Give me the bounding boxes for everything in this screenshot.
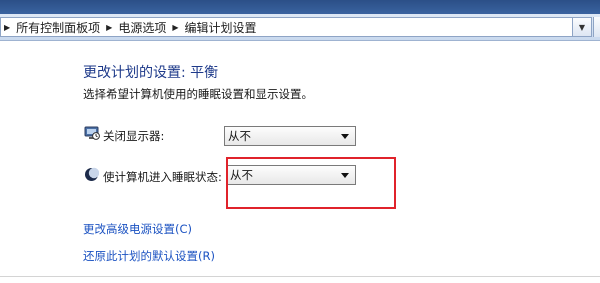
- breadcrumb-chevron-icon[interactable]: ▶: [103, 23, 115, 32]
- advanced-settings-link[interactable]: 更改高级电源设置(C): [83, 221, 192, 237]
- chevron-down-icon: ▼: [578, 22, 586, 32]
- display-monitor-icon: [84, 126, 100, 140]
- breadcrumb-item-edit-plan[interactable]: 编辑计划设置: [182, 19, 260, 36]
- address-bar: ▶ 所有控制面板项 ▶ 电源选项 ▶ 编辑计划设置 ▼: [0, 14, 600, 41]
- breadcrumb-item-power-options[interactable]: 电源选项: [115, 19, 169, 36]
- breadcrumb[interactable]: ▶ 所有控制面板项 ▶ 电源选项 ▶ 编辑计划设置: [0, 17, 574, 37]
- refresh-button[interactable]: [593, 17, 600, 37]
- restore-defaults-link[interactable]: 还原此计划的默认设置(R): [83, 248, 215, 264]
- breadcrumb-item-control-panel[interactable]: 所有控制面板项: [13, 19, 103, 36]
- chevron-down-icon: [341, 134, 349, 139]
- sleep-label: 使计算机进入睡眠状态:: [103, 170, 222, 184]
- highlight-box: [226, 157, 396, 209]
- page-subtitle: 选择希望计算机使用的睡眠设置和显示设置。: [83, 87, 313, 101]
- window-title-strip: [0, 0, 600, 14]
- display-off-label: 关闭显示器:: [103, 129, 165, 143]
- page-title: 更改计划的设置: 平衡: [83, 65, 219, 81]
- address-dropdown-button[interactable]: ▼: [572, 17, 592, 37]
- display-off-select-value: 从不: [228, 129, 251, 143]
- sleep-moon-icon: [85, 167, 99, 181]
- display-off-select[interactable]: 从不: [224, 126, 356, 146]
- breadcrumb-chevron-icon[interactable]: ▶: [169, 23, 181, 32]
- divider: [0, 276, 600, 277]
- breadcrumb-chevron-icon[interactable]: ▶: [1, 23, 13, 32]
